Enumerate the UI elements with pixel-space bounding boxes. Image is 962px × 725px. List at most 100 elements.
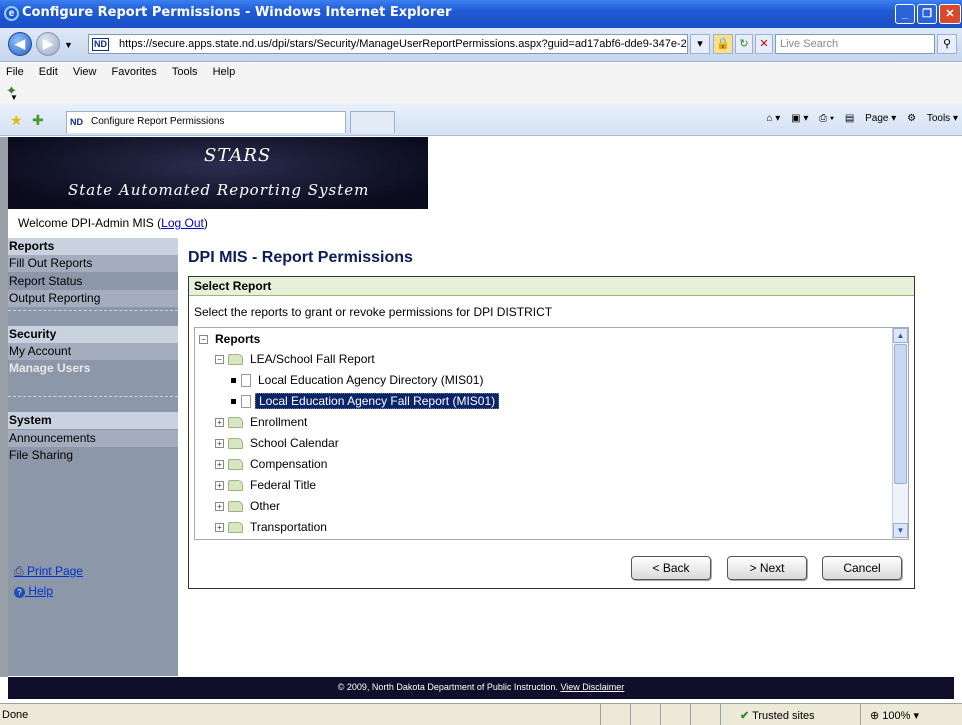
tree-node-label: Local Education Agency Fall Report (MIS0… [255,393,500,409]
lock-icon[interactable]: 🔒 [713,34,733,54]
recent-pages-dropdown-icon[interactable]: ▼ [64,40,73,50]
document-icon [241,374,251,388]
print-icon[interactable]: ⎙ ▾ [819,113,834,124]
tab-label: Configure Report Permissions [91,116,225,127]
tree-node-folder[interactable]: + Federal Title [215,476,319,494]
refresh-icon[interactable]: ↻ [735,34,753,54]
menu-favorites[interactable]: Favorites [112,63,157,81]
sidebar-item-report-status[interactable]: Report Status [8,273,178,290]
close-button[interactable]: ✕ [939,4,961,24]
sidebar-item-manage-users[interactable]: Manage Users [8,360,178,377]
sidebar-item-announcements[interactable]: Announcements [8,430,178,447]
tree-node-root[interactable]: − Reports [199,330,263,348]
sidebar-head-reports: Reports [8,238,178,255]
folder-icon [228,459,243,471]
security-zone[interactable]: ✔ Trusted sites [740,709,815,722]
sidebar-item-file-sharing[interactable]: File Sharing [8,447,178,464]
sidebar-item-fill-out-reports[interactable]: Fill Out Reports [8,255,178,272]
tree-node-label: Local Education Agency Directory (MIS01) [258,373,484,387]
address-bar[interactable]: ND https://secure.apps.state.nd.us/dpi/s… [88,34,688,54]
document-icon [241,395,251,409]
menu-file[interactable]: File [6,63,24,81]
folder-icon [228,501,243,513]
tree-node-label: Transportation [250,520,327,534]
help-link[interactable]: ? Help [14,584,53,598]
sidebar-item-output-reporting[interactable]: Output Reporting [8,290,178,307]
logout-link[interactable]: Log Out [161,216,204,230]
menu-edit[interactable]: Edit [39,63,58,81]
tree-node-lea-folder[interactable]: − LEA/School Fall Report [215,350,378,368]
tree-node-report[interactable]: Local Education Agency Directory (MIS01) [231,371,486,389]
page-menu-label: Page [865,113,889,124]
home-icon[interactable]: ⌂ ▾ [766,113,780,124]
tree-node-label: Other [250,499,281,513]
tree-node-folder[interactable]: + School Calendar [215,434,342,452]
forward-nav-icon[interactable]: ▶ [36,32,60,56]
zoom-control[interactable]: ⊕ 100% ▾ [870,709,919,722]
scroll-up-icon[interactable]: ▲ [893,328,908,343]
add-favorite-icon[interactable]: ✚ [32,112,44,129]
expand-icon[interactable]: + [215,439,224,449]
tree-scrollbar[interactable]: ▲ ▼ [892,328,908,539]
tab-configure-report-permissions[interactable]: ND Configure Report Permissions [66,111,346,133]
expand-icon[interactable]: + [215,502,224,512]
restore-button[interactable]: ❐ [917,4,937,24]
cancel-button[interactable]: Cancel [822,556,902,580]
collapse-icon[interactable]: − [199,335,208,345]
select-report-panel: Select Report Select the reports to gran… [188,276,915,589]
tree-node-folder[interactable]: + Transportation [215,518,330,536]
tree-node-folder[interactable]: + Other [215,497,283,515]
sidebar-item-my-account[interactable]: My Account [8,343,178,360]
welcome-close: ) [203,216,208,230]
feeds-icon[interactable]: ▣ ▾ [791,113,808,124]
tree-node-label: School Calendar [250,436,339,450]
menu-tools[interactable]: Tools [172,63,198,81]
scroll-thumb[interactable] [894,344,907,484]
expand-icon[interactable]: + [215,481,224,491]
address-toolbar: ◀ ▶ ▼ ND https://secure.apps.state.nd.us… [0,28,962,62]
tree-node-report-selected[interactable]: Local Education Agency Fall Report (MIS0… [231,392,500,410]
favorites-star-icon[interactable]: ★ [10,112,23,129]
left-gutter [0,137,8,677]
check-icon: ✔ [740,710,750,722]
print-page-link[interactable]: ⎙ Print Page [14,564,83,579]
command-bar: ⌂ ▾ ▣ ▾ ⎙ ▾ ▤ Page ▾ ⚙ Tools ▾ [758,113,958,124]
expand-icon[interactable]: + [215,418,224,428]
new-tab-button[interactable] [350,111,395,133]
next-button[interactable]: > Next [727,556,807,580]
stop-icon[interactable]: ✕ [755,34,773,54]
welcome-line: Welcome DPI-Admin MIS (Log Out) [18,216,208,230]
folder-icon [228,438,243,450]
status-divider [600,704,601,725]
back-button[interactable]: < Back [631,556,711,580]
back-nav-icon[interactable]: ◀ [8,32,32,56]
links-dropdown-icon[interactable]: ▼ [10,93,18,102]
tree-node-folder[interactable]: + Compensation [215,455,330,473]
tree-node-folder[interactable]: + Enrollment [215,413,310,431]
expand-icon[interactable]: + [215,523,224,533]
status-divider [630,704,631,725]
help-label: Help [28,584,54,598]
tools-menu[interactable]: ⚙ Tools ▾ [907,113,958,124]
expand-icon[interactable]: + [215,460,224,470]
sidebar-head-system: System [8,412,178,429]
search-input[interactable]: Live Search [775,34,935,54]
minimize-button[interactable]: _ [895,4,915,24]
address-dropdown-icon[interactable]: ▾ [690,34,710,54]
zoom-icon: ⊕ [870,710,880,722]
tab-bar: ★ ✚ ND Configure Report Permissions ⌂ ▾ … [0,103,962,136]
print-page-label: Print Page [26,564,83,578]
collapse-icon[interactable]: − [215,355,224,365]
scroll-down-icon[interactable]: ▼ [893,523,908,538]
address-url: https://secure.apps.state.nd.us/dpi/star… [119,38,687,50]
menu-view[interactable]: View [73,63,97,81]
ie-logo-icon: e [4,6,19,21]
status-bar: Done ✔ Trusted sites ⊕ 100% ▾ [0,703,962,725]
disclaimer-link[interactable]: View Disclaimer [560,682,624,692]
page-menu[interactable]: ▤ Page ▾ [845,113,896,124]
sidebar-head-security: Security [8,326,178,343]
search-icon[interactable]: ⚲ [937,34,957,54]
tree-node-label: Reports [215,332,261,346]
page-title: DPI MIS - Report Permissions [188,249,413,266]
menu-help[interactable]: Help [213,63,236,81]
